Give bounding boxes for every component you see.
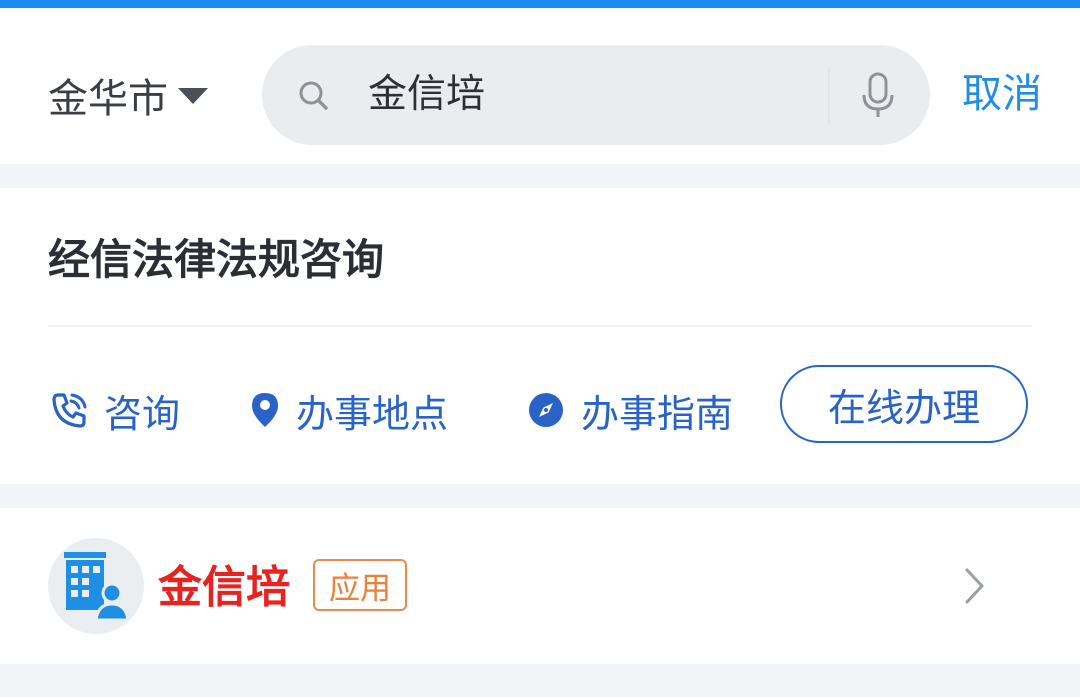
consult-label: 咨询 — [104, 391, 181, 436]
office-location-action[interactable]: 办事地点 — [250, 384, 448, 436]
microphone-icon[interactable] — [860, 71, 896, 121]
caret-down-icon — [178, 88, 208, 104]
search-divider — [828, 67, 830, 123]
service-card: 经信法律法规咨询 咨询 办事地点 办事指南 在线办理 — [0, 188, 1080, 484]
top-accent-bar — [0, 0, 1080, 8]
city-label: 金华市 — [48, 76, 168, 122]
compass-icon — [529, 393, 563, 427]
online-process-button[interactable]: 在线办理 — [780, 365, 1028, 443]
search-icon — [299, 81, 328, 110]
guide-label: 办事指南 — [581, 391, 734, 436]
service-title[interactable]: 经信法律法规咨询 — [48, 232, 384, 288]
building-user-icon — [64, 552, 130, 622]
search-bar[interactable]: 金信培 — [262, 45, 930, 145]
cancel-button[interactable]: 取消 — [962, 66, 1042, 122]
city-selector[interactable]: 金华市 — [48, 64, 208, 126]
office-location-label: 办事地点 — [296, 391, 449, 436]
app-name: 金信培 — [158, 562, 290, 613]
phone-icon — [52, 393, 87, 428]
search-header: 金华市 金信培 取消 — [0, 8, 1080, 164]
consult-action[interactable]: 咨询 — [50, 384, 180, 436]
app-result-row[interactable]: 金信培 应用 — [0, 508, 1080, 664]
app-avatar — [48, 538, 144, 634]
chevron-right-icon — [965, 568, 984, 604]
search-input[interactable]: 金信培 — [368, 69, 485, 121]
guide-action[interactable]: 办事指南 — [527, 384, 733, 436]
card-divider — [48, 325, 1032, 327]
app-type-badge: 应用 — [313, 559, 407, 611]
location-pin-icon — [252, 393, 278, 427]
